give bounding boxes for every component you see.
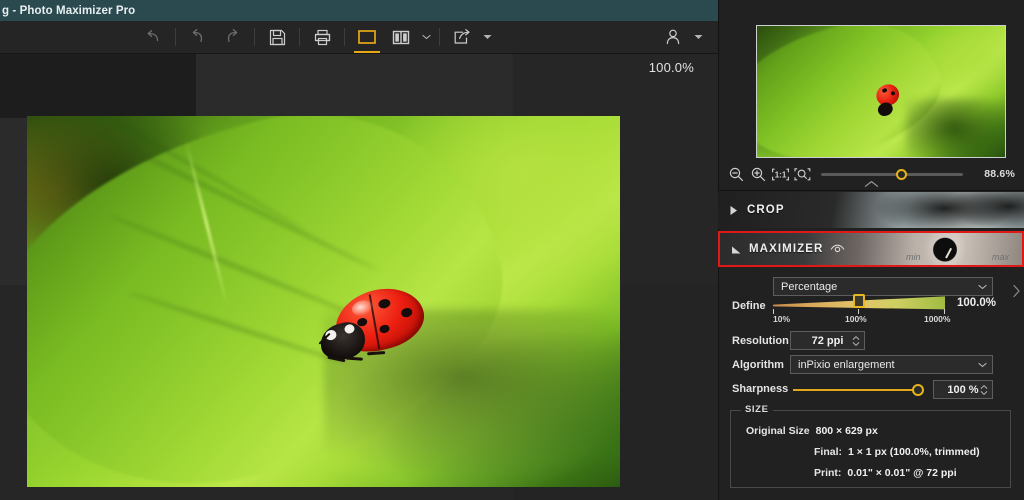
define-tick-min: 10% <box>773 314 791 324</box>
toolbar-separator <box>299 28 300 46</box>
algorithm-label: Algorithm <box>732 359 784 371</box>
print-size-value: 0.01" × 0.01" @ 72 ppi <box>847 467 957 479</box>
print-size-label: Print: <box>814 467 842 479</box>
sharpness-spinner[interactable]: 100 % <box>933 380 993 399</box>
canvas-backdrop-corner <box>0 54 196 118</box>
define-tick-max: 1000% <box>924 314 951 324</box>
zoom-slider[interactable] <box>821 168 963 180</box>
sharpness-label: Sharpness <box>732 383 789 395</box>
toolbar-separator <box>439 28 440 46</box>
canvas-photo[interactable] <box>27 116 620 487</box>
mode-select[interactable]: Percentage <box>773 277 993 296</box>
maximizer-section-label: MAXIMIZER <box>749 243 824 255</box>
knob-max-label: max <box>992 252 1010 262</box>
mode-select-value: Percentage <box>781 280 838 293</box>
original-size-label: Original Size <box>746 425 810 437</box>
section-header-crop[interactable]: CROP <box>718 192 1024 228</box>
redo-icon[interactable] <box>215 23 249 51</box>
window-title: g - Photo Maximizer Pro <box>2 4 136 17</box>
canvas-zoom-label: 100.0% <box>648 60 694 75</box>
define-value: 100.0% <box>957 297 997 309</box>
app-window: g - Photo Maximizer Pro 100.0% 1:1 88.6%… <box>0 0 1024 500</box>
panel-divider <box>718 190 1024 191</box>
final-size-value: 1 × 1 px (100.0%, trimmed) <box>848 446 980 458</box>
original-size-value: 800 × 629 px <box>815 425 878 437</box>
toolbar-separator <box>175 28 176 46</box>
share-dropdown-chevron-icon[interactable] <box>479 34 495 40</box>
define-slider[interactable]: 10% 100% 1000% <box>773 294 950 324</box>
resolution-value: 72 ppi <box>811 334 844 347</box>
crop-section-label: CROP <box>747 204 785 216</box>
ladybug-leg <box>366 350 386 356</box>
image-canvas[interactable]: 100.0% <box>0 54 718 500</box>
save-icon[interactable] <box>260 23 294 51</box>
split-view-icon[interactable] <box>384 23 418 51</box>
knob-min-label: min <box>906 252 921 262</box>
user-account-icon[interactable] <box>656 23 690 51</box>
spinner-arrows-icon[interactable] <box>980 383 988 397</box>
maximizer-collapse-triangle-icon[interactable] <box>731 244 749 255</box>
section-header-maximizer[interactable]: MAXIMIZER min max <box>718 231 1024 267</box>
chevron-down-icon <box>978 281 987 293</box>
final-size-label: Final: <box>814 446 842 458</box>
main-toolbar <box>0 21 718 54</box>
toolbar-separator <box>254 28 255 46</box>
toolbar-separator <box>344 28 345 46</box>
preview-thumbnail[interactable] <box>756 25 1006 158</box>
define-tick-mid: 100% <box>845 314 867 324</box>
sharpness-slider[interactable] <box>793 384 924 396</box>
define-slider-handle[interactable] <box>853 294 865 308</box>
resolution-label: Resolution <box>732 335 789 347</box>
algorithm-select[interactable]: inPixio enlargement <box>790 355 993 374</box>
ladybug-leg <box>344 356 363 361</box>
share-icon[interactable] <box>445 23 479 51</box>
size-group: SIZE Original Size 800 × 629 px Final: 1… <box>730 404 1011 488</box>
undo-icon[interactable] <box>181 23 215 51</box>
back-arrow-icon[interactable] <box>136 23 170 51</box>
user-dropdown-chevron-icon[interactable] <box>690 34 706 40</box>
sharpness-value: 100 % <box>947 383 979 396</box>
panel-collapse-chevron-icon[interactable] <box>718 178 1024 190</box>
sharpness-slider-handle[interactable] <box>912 384 924 396</box>
preview-shadow <box>905 99 1005 157</box>
visibility-eye-icon[interactable] <box>830 244 845 255</box>
spinner-arrows-icon[interactable] <box>852 334 860 348</box>
print-icon[interactable] <box>305 23 339 51</box>
define-label: Define <box>732 300 766 312</box>
view-dropdown-chevron-icon[interactable] <box>418 34 434 40</box>
define-tick-labels: 10% 100% 1000% <box>767 314 957 324</box>
chevron-right-icon[interactable] <box>1012 284 1021 303</box>
resolution-spinner[interactable]: 72 ppi <box>790 331 865 350</box>
single-view-icon[interactable] <box>350 23 384 53</box>
chevron-down-icon <box>978 359 987 371</box>
crop-expand-triangle-icon[interactable] <box>729 205 747 216</box>
size-group-legend: SIZE <box>741 404 773 415</box>
algorithm-value: inPixio enlargement <box>798 358 895 371</box>
